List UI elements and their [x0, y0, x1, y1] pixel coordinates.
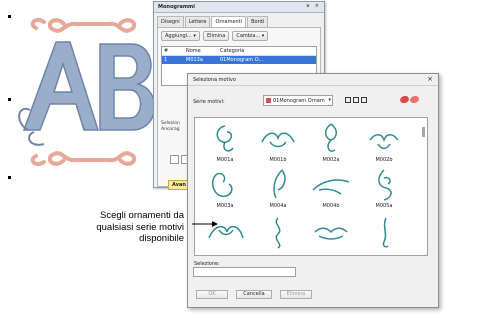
motif-label: M001b	[269, 157, 287, 163]
callout-arrow-icon	[192, 221, 218, 227]
motif-cell[interactable]	[306, 214, 356, 255]
delete-button[interactable]: Elimina	[202, 31, 230, 41]
tab-ornamenti[interactable]: Ornamenti	[211, 16, 247, 27]
select-motif-dialog: Seleziona motivo × Serie motivi: 01Monog…	[187, 73, 439, 308]
motif-thumbnail-icon	[211, 172, 233, 197]
row-name: M013a	[186, 57, 203, 63]
motif-cell[interactable]: M001a	[200, 120, 250, 165]
motif-cell[interactable]: M004a	[253, 166, 303, 211]
motif-label: M002b	[375, 157, 393, 163]
bullet-marker	[8, 98, 11, 101]
fill-color-icon[interactable]	[409, 94, 420, 105]
col-header-num: #	[164, 48, 169, 54]
ornament-list-header: # Nome Categoria	[162, 47, 316, 56]
motif-thumbnail-icon	[378, 169, 392, 201]
small-icons-view-icon[interactable]	[345, 97, 351, 103]
monogram-tabs: Disegni Lettere Ornamenti Bordi	[154, 13, 324, 27]
motif-thumbnail-icon	[325, 123, 337, 152]
motif-thumbnail-icon	[275, 217, 281, 249]
motif-label: M002a	[322, 157, 340, 163]
tab-bordi[interactable]: Bordi	[247, 16, 269, 27]
scrollbar-thumb[interactable]	[422, 127, 425, 137]
motif-cell[interactable]: M002a	[306, 120, 356, 165]
cancel-button[interactable]: Cancella	[236, 290, 272, 299]
dialog-titlebar: Seleziona motivo ×	[188, 74, 438, 86]
monogram-preview-image	[18, 17, 156, 167]
large-icons-view-icon[interactable]	[361, 97, 367, 103]
series-label: Serie motivi:	[193, 99, 225, 105]
selection-field[interactable]	[193, 267, 296, 277]
ornament-button-row: Aggiungi... ▾ Elimina Cambia... ▾	[158, 28, 320, 44]
ornament-list-row[interactable]: 1 M013a 01Monogram O...	[162, 56, 316, 64]
motif-label: M004b	[322, 203, 340, 209]
series-icon	[266, 98, 271, 103]
motif-thumbnail-icon	[312, 179, 350, 195]
col-header-name: Nome	[186, 48, 201, 54]
motif-cell[interactable]: M002b	[359, 120, 409, 165]
chevron-down-icon: ▾	[328, 97, 331, 103]
callout-text: Scegli ornamenti da qualsiasi serie moti…	[50, 210, 184, 245]
delete-button[interactable]: Elimina	[280, 290, 312, 299]
row-num: 1	[164, 57, 168, 63]
motif-label: M001a	[216, 157, 234, 163]
callout-line: Scegli ornamenti da	[100, 210, 184, 221]
motif-thumbnail-icon	[273, 169, 286, 199]
selection-note: Selezion Ancorag	[161, 121, 180, 133]
color-toggle-icons	[399, 94, 420, 105]
ok-button[interactable]: OK	[196, 290, 228, 299]
change-button[interactable]: Cambia... ▾	[232, 31, 269, 41]
motif-label: M005a	[375, 203, 393, 209]
close-icon[interactable]: ×	[427, 75, 433, 83]
note-line: Ancorag	[161, 127, 180, 132]
fill-color-icon[interactable]	[399, 94, 410, 105]
bullet-marker	[8, 176, 11, 179]
add-button[interactable]: Aggiungi... ▾	[161, 31, 200, 41]
dialog-buttons: OK Cancella Elimina	[196, 290, 312, 299]
panel-controls[interactable]: ᵾ ×	[306, 3, 321, 9]
motif-cell[interactable]: M001b	[253, 120, 303, 165]
motif-label: M004a	[269, 203, 287, 209]
col-header-category: Categoria	[220, 48, 245, 54]
series-dropdown[interactable]: 01Monogram Ornam ▾	[263, 95, 333, 106]
motif-thumbnail-icon	[261, 132, 295, 148]
tab-disegni[interactable]: Disegni	[157, 16, 184, 27]
callout-line: disponibile	[139, 233, 184, 244]
motif-cell[interactable]: M005a	[359, 166, 409, 211]
tab-lettere[interactable]: Lettere	[184, 16, 211, 27]
view-mode-buttons	[345, 97, 367, 103]
motif-thumbnail-icon	[314, 227, 348, 240]
grid-scrollbar[interactable]	[421, 119, 426, 254]
motif-grid[interactable]: M001a M001b M002a M002b M003a M004a M004…	[194, 117, 428, 256]
callout-line: qualsiasi serie motivi	[96, 221, 184, 233]
series-value: 01Monogram Ornam	[273, 98, 325, 104]
motif-cell[interactable]	[253, 214, 303, 255]
monogram-panel-title: Monogrammi	[158, 4, 195, 10]
motif-thumbnail-icon	[216, 125, 234, 152]
placement-icon[interactable]	[170, 155, 179, 164]
motif-thumbnail-icon	[369, 134, 399, 150]
dialog-title: Seleziona motivo	[193, 77, 236, 83]
motif-thumbnail-icon	[382, 217, 389, 248]
medium-icons-view-icon[interactable]	[353, 97, 359, 103]
motif-label: M003a	[216, 203, 234, 209]
bullet-marker	[8, 15, 11, 18]
motif-cell[interactable]	[359, 214, 409, 255]
motif-cell[interactable]: M004b	[306, 166, 356, 211]
row-category: 01Monogram O...	[220, 57, 264, 63]
motif-cell[interactable]: M003a	[200, 166, 250, 211]
monogram-panel-titlebar: Monogrammi ᵾ ×	[154, 2, 324, 13]
